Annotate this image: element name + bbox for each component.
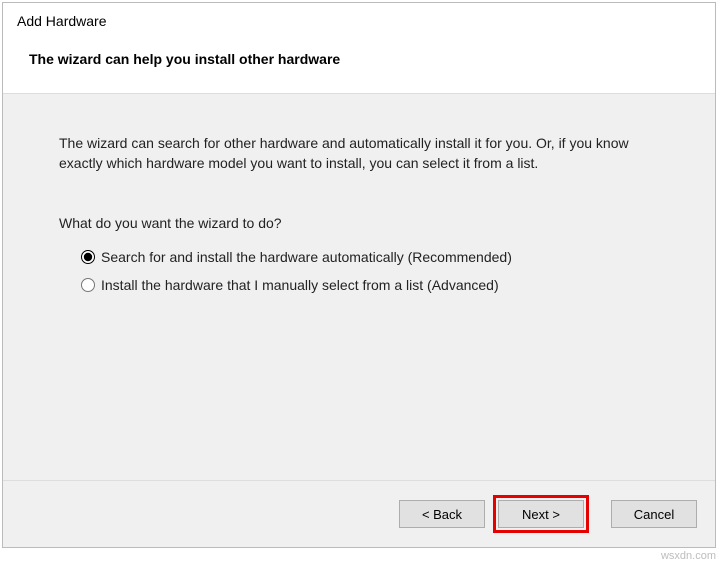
next-button-highlight: Next >	[493, 495, 589, 533]
option-manual-radio[interactable]	[81, 278, 95, 292]
wizard-question: What do you want the wizard to do?	[59, 215, 659, 231]
option-auto-radio[interactable]	[81, 250, 95, 264]
option-auto[interactable]: Search for and install the hardware auto…	[81, 249, 659, 265]
wizard-options: Search for and install the hardware auto…	[81, 249, 659, 293]
dialog-subtitle: The wizard can help you install other ha…	[29, 51, 701, 67]
dialog-header: Add Hardware The wizard can help you ins…	[3, 3, 715, 93]
watermark-text: wsxdn.com	[661, 550, 716, 562]
next-button[interactable]: Next >	[498, 500, 584, 528]
cancel-button[interactable]: Cancel	[611, 500, 697, 528]
option-auto-label: Search for and install the hardware auto…	[101, 249, 512, 265]
wizard-description: The wizard can search for other hardware…	[59, 134, 659, 173]
back-button[interactable]: < Back	[399, 500, 485, 528]
dialog-footer: < Back Next > Cancel	[3, 480, 715, 547]
add-hardware-dialog: Add Hardware The wizard can help you ins…	[2, 2, 716, 548]
dialog-content: The wizard can search for other hardware…	[3, 93, 715, 480]
option-manual[interactable]: Install the hardware that I manually sel…	[81, 277, 659, 293]
option-manual-label: Install the hardware that I manually sel…	[101, 277, 499, 293]
dialog-title: Add Hardware	[17, 13, 701, 29]
